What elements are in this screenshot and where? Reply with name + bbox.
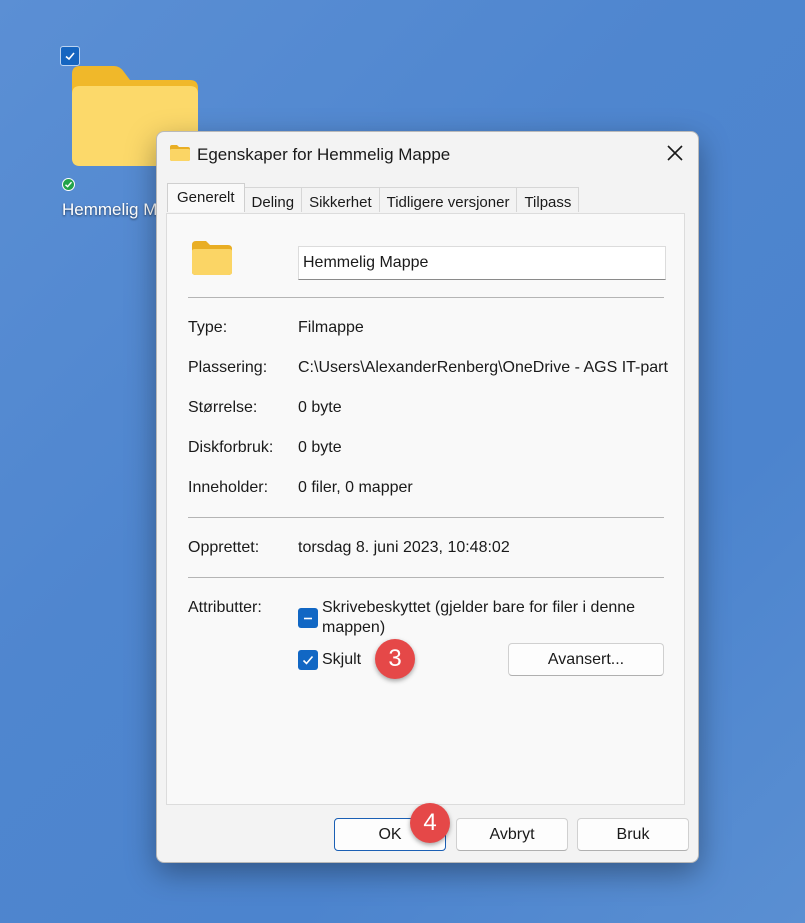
close-icon: [667, 145, 683, 161]
readonly-checkbox[interactable]: [298, 608, 318, 628]
readonly-label: Skrivebeskyttet (gjelder bare for filer …: [322, 598, 635, 638]
tab-sikkerhet[interactable]: Sikkerhet: [301, 187, 380, 212]
tab-tilpass[interactable]: Tilpass: [516, 187, 580, 212]
close-button[interactable]: [658, 138, 692, 168]
dialog-title: Egenskaper for Hemmelig Mappe: [197, 145, 451, 164]
sync-ok-icon: [62, 178, 75, 191]
contains-label: Inneholder:: [188, 479, 269, 496]
apply-button[interactable]: Bruk: [577, 818, 689, 851]
folder-icon: [192, 241, 232, 275]
select-checkbox-icon[interactable]: [60, 46, 80, 66]
indeterminate-icon: [304, 617, 312, 620]
created-value: torsdag 8. juni 2023, 10:48:02: [298, 539, 510, 556]
divider: [188, 577, 664, 578]
type-value: Filmappe: [298, 319, 364, 336]
title-bar[interactable]: Egenskaper for Hemmelig Mappe: [157, 132, 698, 176]
folder-name-input[interactable]: [298, 246, 666, 280]
general-tab-panel: Type: Filmappe Plassering: C:\Users\Alex…: [166, 213, 685, 805]
readonly-label-line-1: Skrivebeskyttet (gjelder bare for filer …: [322, 599, 636, 616]
size-value: 0 byte: [298, 399, 342, 416]
tab-generelt[interactable]: Generelt: [167, 183, 245, 212]
properties-dialog: Egenskaper for Hemmelig Mappe Generelt D…: [156, 131, 699, 863]
readonly-label-line-2: mappen): [322, 619, 386, 636]
attributes-label: Attributter:: [188, 599, 262, 616]
tab-strip: Generelt Deling Sikkerhet Tidligere vers…: [167, 183, 580, 213]
divider: [188, 517, 664, 518]
divider: [188, 297, 664, 298]
type-label: Type:: [188, 319, 228, 336]
location-label: Plassering:: [188, 359, 268, 376]
hidden-label: Skjult: [322, 651, 362, 668]
location-value: C:\Users\AlexanderRenberg\OneDrive - AGS…: [298, 359, 668, 376]
step-badge-3: 3: [375, 639, 415, 679]
advanced-button[interactable]: Avansert...: [508, 643, 664, 676]
folder-icon: [170, 145, 190, 161]
created-label: Opprettet:: [188, 539, 260, 556]
contains-value: 0 filer, 0 mapper: [298, 479, 413, 496]
size-label: Størrelse:: [188, 399, 258, 416]
cancel-button[interactable]: Avbryt: [456, 818, 568, 851]
disk-usage-value: 0 byte: [298, 439, 342, 456]
desktop-folder-label: Hemmelig M: [62, 200, 158, 219]
hidden-checkbox[interactable]: [298, 650, 318, 670]
step-badge-4: 4: [410, 803, 450, 843]
disk-usage-label: Diskforbruk:: [188, 439, 274, 456]
tab-tidligere-versjoner[interactable]: Tidligere versjoner: [378, 187, 518, 212]
check-icon: [302, 655, 314, 665]
tab-deling[interactable]: Deling: [243, 187, 303, 212]
